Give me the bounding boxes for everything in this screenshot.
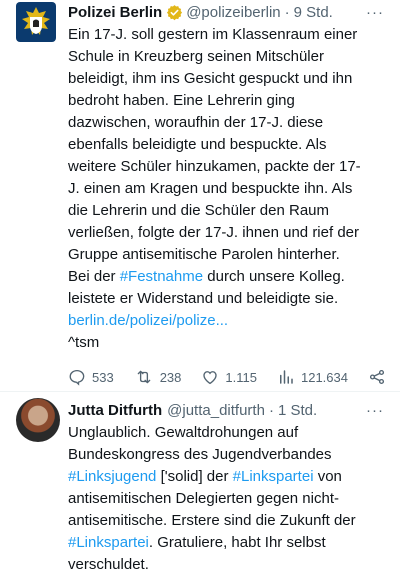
repost-button[interactable]: 238 (134, 368, 182, 386)
views-button[interactable]: 121.634 (277, 368, 348, 386)
text-line: beleidigt, ihm ins Gesicht gespuckt und … (68, 70, 353, 87)
share-icon (369, 369, 385, 385)
text-line: die Lehrerin und die Schüler den Raum (68, 202, 329, 219)
text-line: Bundeskongress des Jugendverbandes (68, 446, 332, 463)
verified-badge-icon (166, 4, 183, 21)
views-count: 121.634 (300, 369, 348, 385)
handle[interactable]: @polizeiberlin (186, 4, 280, 21)
tweet-text: Ein 17-J. soll gestern im Klassenraum ei… (68, 24, 388, 354)
display-name[interactable]: Polizei Berlin (68, 4, 162, 21)
text-line: verschuldet. (68, 556, 149, 573)
text-line: ebenfalls beleidigte und bespuckte. Als (68, 136, 327, 153)
tweet-header: Jutta Ditfurth @jutta_ditfurth · 1 Std. … (68, 398, 388, 422)
more-options-button[interactable]: ··· (366, 4, 388, 21)
tweet-actions: 533 238 1.115 121.634 (68, 368, 388, 386)
like-icon (203, 371, 218, 385)
tweet-header: Polizei Berlin @polizeiberlin · 9 Std. ·… (68, 0, 388, 24)
text-segment: Bei der (68, 268, 120, 285)
text-segment: von (313, 468, 342, 485)
text-line: Unglaublich. Gewaltdrohungen auf (68, 424, 299, 441)
text-line: weitere Schüler hinzukamen, packte der 1… (68, 158, 361, 175)
hashtag-festnahme[interactable]: #Festnahme (120, 268, 203, 285)
reply-button[interactable]: 533 (68, 368, 114, 386)
text-line: #Linkspartei. Gratuliere, habt Ihr selbs… (68, 532, 388, 554)
reply-count: 533 (92, 369, 114, 385)
text-segment: durch unsere Kolleg. (203, 268, 345, 285)
text-line: Schule in Kreuzberg seinen Mitschüler (68, 48, 324, 65)
tweet-jutta-ditfurth[interactable]: Jutta Ditfurth @jutta_ditfurth · 1 Std. … (0, 392, 400, 576)
like-count: 1.115 (225, 369, 257, 385)
text-line: Gruppe antisemitische Parolen hinterher. (68, 246, 340, 263)
display-name[interactable]: Jutta Ditfurth (68, 402, 162, 419)
timestamp[interactable]: 1 Std. (278, 402, 317, 419)
text-line: antisemitischen Delegierten gegen nicht- (68, 490, 339, 507)
text-line: J. einen am Kragen und bespuckte ihn. Al… (68, 180, 353, 197)
police-crest-icon (22, 7, 50, 35)
handle[interactable]: @jutta_ditfurth (167, 402, 265, 419)
share-button[interactable] (368, 368, 386, 386)
reply-icon (69, 369, 85, 386)
views-icon (279, 370, 293, 384)
external-link[interactable]: berlin.de/polizei/polize... (68, 310, 388, 332)
hashtag-linkspartei[interactable]: #Linkspartei (68, 534, 149, 551)
signature: ^tsm (68, 334, 100, 351)
text-line: bedroht haben. Eine Lehrerin ging (68, 92, 295, 109)
text-line: #Linksjugend ['solid] der #Linkspartei v… (68, 466, 388, 488)
hashtag-linksjugend[interactable]: #Linksjugend (68, 468, 156, 485)
repost-icon (137, 370, 151, 384)
text-line: antisemitische. Erstere sind die Zukunft… (68, 512, 356, 529)
text-line: verließen, folgte der 17-J. ihnen und ri… (68, 224, 359, 241)
avatar[interactable] (16, 2, 56, 42)
separator: · (284, 3, 290, 21)
repost-count: 238 (159, 369, 182, 385)
hashtag-linkspartei[interactable]: #Linkspartei (233, 468, 314, 485)
like-button[interactable]: 1.115 (201, 368, 257, 386)
text-line: Bei der #Festnahme durch unsere Kolleg. (68, 266, 388, 288)
avatar[interactable] (16, 398, 60, 442)
text-line: dazwischen, woraufhin der 17-J. diese (68, 114, 324, 131)
text-segment: . Gratuliere, habt Ihr selbst (148, 534, 326, 551)
more-options-button[interactable]: ··· (366, 402, 388, 419)
timestamp[interactable]: 9 Std. (294, 4, 333, 21)
separator: · (268, 401, 274, 419)
tweet-text: Unglaublich. Gewaltdrohungen auf Bundesk… (68, 422, 388, 576)
text-segment: ['solid] der (156, 468, 233, 485)
text-line: leistete er Widerstand und beleidigte si… (68, 290, 339, 307)
text-line: Ein 17-J. soll gestern im Klassenraum ei… (68, 26, 358, 43)
tweet-polizei-berlin[interactable]: Polizei Berlin @polizeiberlin · 9 Std. ·… (0, 0, 400, 392)
